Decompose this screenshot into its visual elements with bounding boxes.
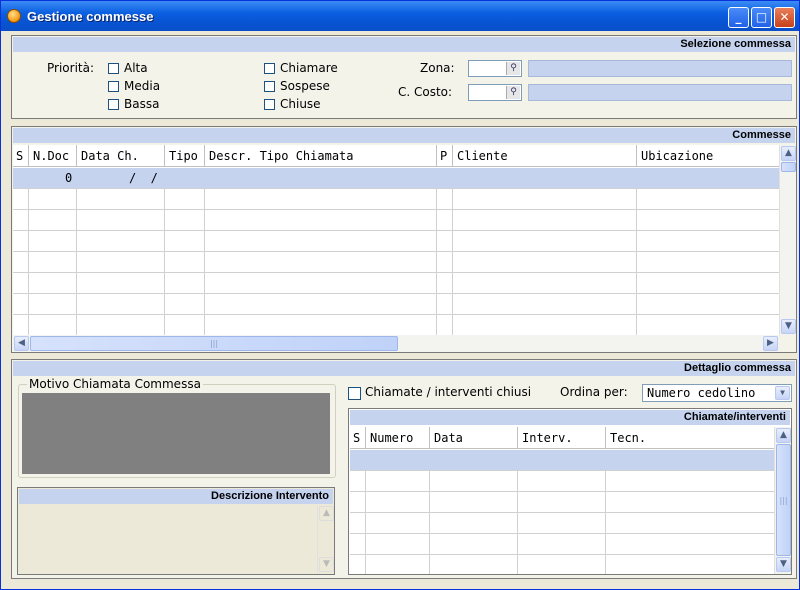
dettaglio-panel: Dettaglio commessa Motivo Chiamata Comme… [11, 359, 797, 579]
selezione-panel: Selezione commessa Priorità: Alta Media … [11, 35, 797, 119]
media-checkbox[interactable] [108, 81, 119, 92]
ordina-value: Numero cedolino [647, 386, 756, 400]
col-p[interactable]: P [437, 145, 453, 167]
gear-icon [7, 9, 21, 23]
interventi-vscroll[interactable]: ▲ ||| ▼ [774, 427, 791, 574]
chiuse-checkbox[interactable] [264, 99, 275, 110]
bassa-checkbox[interactable] [108, 99, 119, 110]
scroll-down-arrow[interactable]: ▼ [319, 557, 334, 572]
commesse-header: Commesse [13, 128, 795, 143]
icol-data[interactable]: Data [430, 427, 518, 449]
selezione-header: Selezione commessa [13, 37, 795, 52]
chiamare-label: Chiamare [280, 61, 338, 75]
col-ubicazione[interactable]: Ubicazione [637, 145, 779, 167]
dettaglio-header: Dettaglio commessa [13, 361, 795, 376]
interventi-box: Chiamate/interventi S Numero Data Interv… [348, 408, 792, 575]
icol-interv[interactable]: Interv. [518, 427, 606, 449]
icol-numero[interactable]: Numero [366, 427, 430, 449]
col-descr-tipo[interactable]: Descr. Tipo Chiamata [205, 145, 437, 167]
scroll-right-arrow[interactable]: ▶ [763, 336, 778, 351]
zona-label: Zona: [420, 61, 455, 75]
row-ndoc: 0 [65, 171, 73, 185]
scroll-up-arrow[interactable]: ▲ [776, 428, 791, 443]
table-row[interactable]: 0 / / [13, 168, 779, 188]
scroll-thumb[interactable]: ||| [776, 444, 791, 556]
descrizione-memo[interactable] [19, 505, 316, 573]
scroll-up-arrow[interactable]: ▲ [319, 506, 334, 521]
chiusi-label: Chiamate / interventi chiusi [365, 385, 532, 399]
bassa-label: Bassa [124, 97, 160, 111]
commesse-vscroll[interactable]: ▲ ▼ [779, 145, 796, 335]
window-title: Gestione commesse [27, 9, 154, 24]
descrizione-vscroll[interactable]: ▲ ▼ [317, 505, 334, 573]
chiusi-checkbox[interactable] [348, 387, 361, 400]
commesse-panel: Commesse S N.Doc Data Ch. Tipo Descr. Ti… [11, 126, 797, 353]
interventi-grid-header: S Numero Data Interv. Tecn. [350, 427, 774, 449]
scroll-thumb[interactable]: ||| [30, 336, 398, 351]
costo-label: C. Costo: [398, 85, 453, 99]
close-button[interactable]: ✕ [774, 7, 795, 28]
sospese-checkbox[interactable] [264, 81, 275, 92]
icol-tecn[interactable]: Tecn. [606, 427, 774, 449]
col-cliente[interactable]: Cliente [453, 145, 637, 167]
table-row[interactable] [350, 450, 774, 470]
magnifier-icon[interactable]: ⚲ [506, 62, 520, 75]
minimize-button[interactable]: _ [728, 7, 749, 28]
scroll-left-arrow[interactable]: ◀ [14, 336, 29, 351]
icol-s[interactable]: S [350, 427, 366, 449]
priorita-label: Priorità: [47, 61, 95, 75]
costo-description [528, 84, 792, 101]
magnifier-icon[interactable]: ⚲ [506, 86, 520, 99]
ordina-select[interactable]: Numero cedolino ▼ [642, 384, 792, 402]
scroll-up-arrow[interactable]: ▲ [781, 146, 796, 161]
motivo-groupbox: Motivo Chiamata Commessa [18, 377, 336, 478]
scroll-down-arrow[interactable]: ▼ [776, 557, 791, 572]
ordina-label: Ordina per: [560, 385, 628, 399]
scroll-thumb[interactable] [781, 162, 796, 172]
chiuse-label: Chiuse [280, 97, 321, 111]
chevron-down-icon[interactable]: ▼ [775, 386, 790, 400]
col-data-ch[interactable]: Data Ch. [77, 145, 165, 167]
costo-input[interactable]: ⚲ [468, 84, 522, 101]
media-label: Media [124, 79, 161, 93]
col-s[interactable]: S [13, 145, 29, 167]
scroll-down-arrow[interactable]: ▼ [781, 319, 796, 334]
interventi-grid-body[interactable] [350, 449, 774, 574]
commesse-grid-header: S N.Doc Data Ch. Tipo Descr. Tipo Chiama… [13, 145, 779, 167]
main-window: Gestione commesse _ □ ✕ Selezione commes… [0, 0, 800, 590]
descrizione-box: Descrizione Intervento ▲ ▼ [17, 487, 335, 575]
row-data: / / [129, 171, 158, 185]
zona-description [528, 60, 792, 77]
alta-label: Alta [124, 61, 148, 75]
sospese-label: Sospese [280, 79, 330, 93]
interventi-header: Chiamate/interventi [350, 410, 790, 425]
title-bar[interactable]: Gestione commesse _ □ ✕ [1, 1, 799, 31]
descrizione-header: Descrizione Intervento [19, 489, 333, 504]
maximize-button[interactable]: □ [751, 7, 772, 28]
alta-checkbox[interactable] [108, 63, 119, 74]
commesse-grid-body[interactable]: 0 / / [13, 167, 779, 335]
chiamare-checkbox[interactable] [264, 63, 275, 74]
commesse-hscroll[interactable]: ◀ ||| ▶ [13, 335, 779, 352]
motivo-memo[interactable] [22, 393, 330, 474]
zona-input[interactable]: ⚲ [468, 60, 522, 77]
col-tipo[interactable]: Tipo [165, 145, 205, 167]
col-ndoc[interactable]: N.Doc [29, 145, 77, 167]
motivo-title: Motivo Chiamata Commessa [27, 377, 203, 391]
